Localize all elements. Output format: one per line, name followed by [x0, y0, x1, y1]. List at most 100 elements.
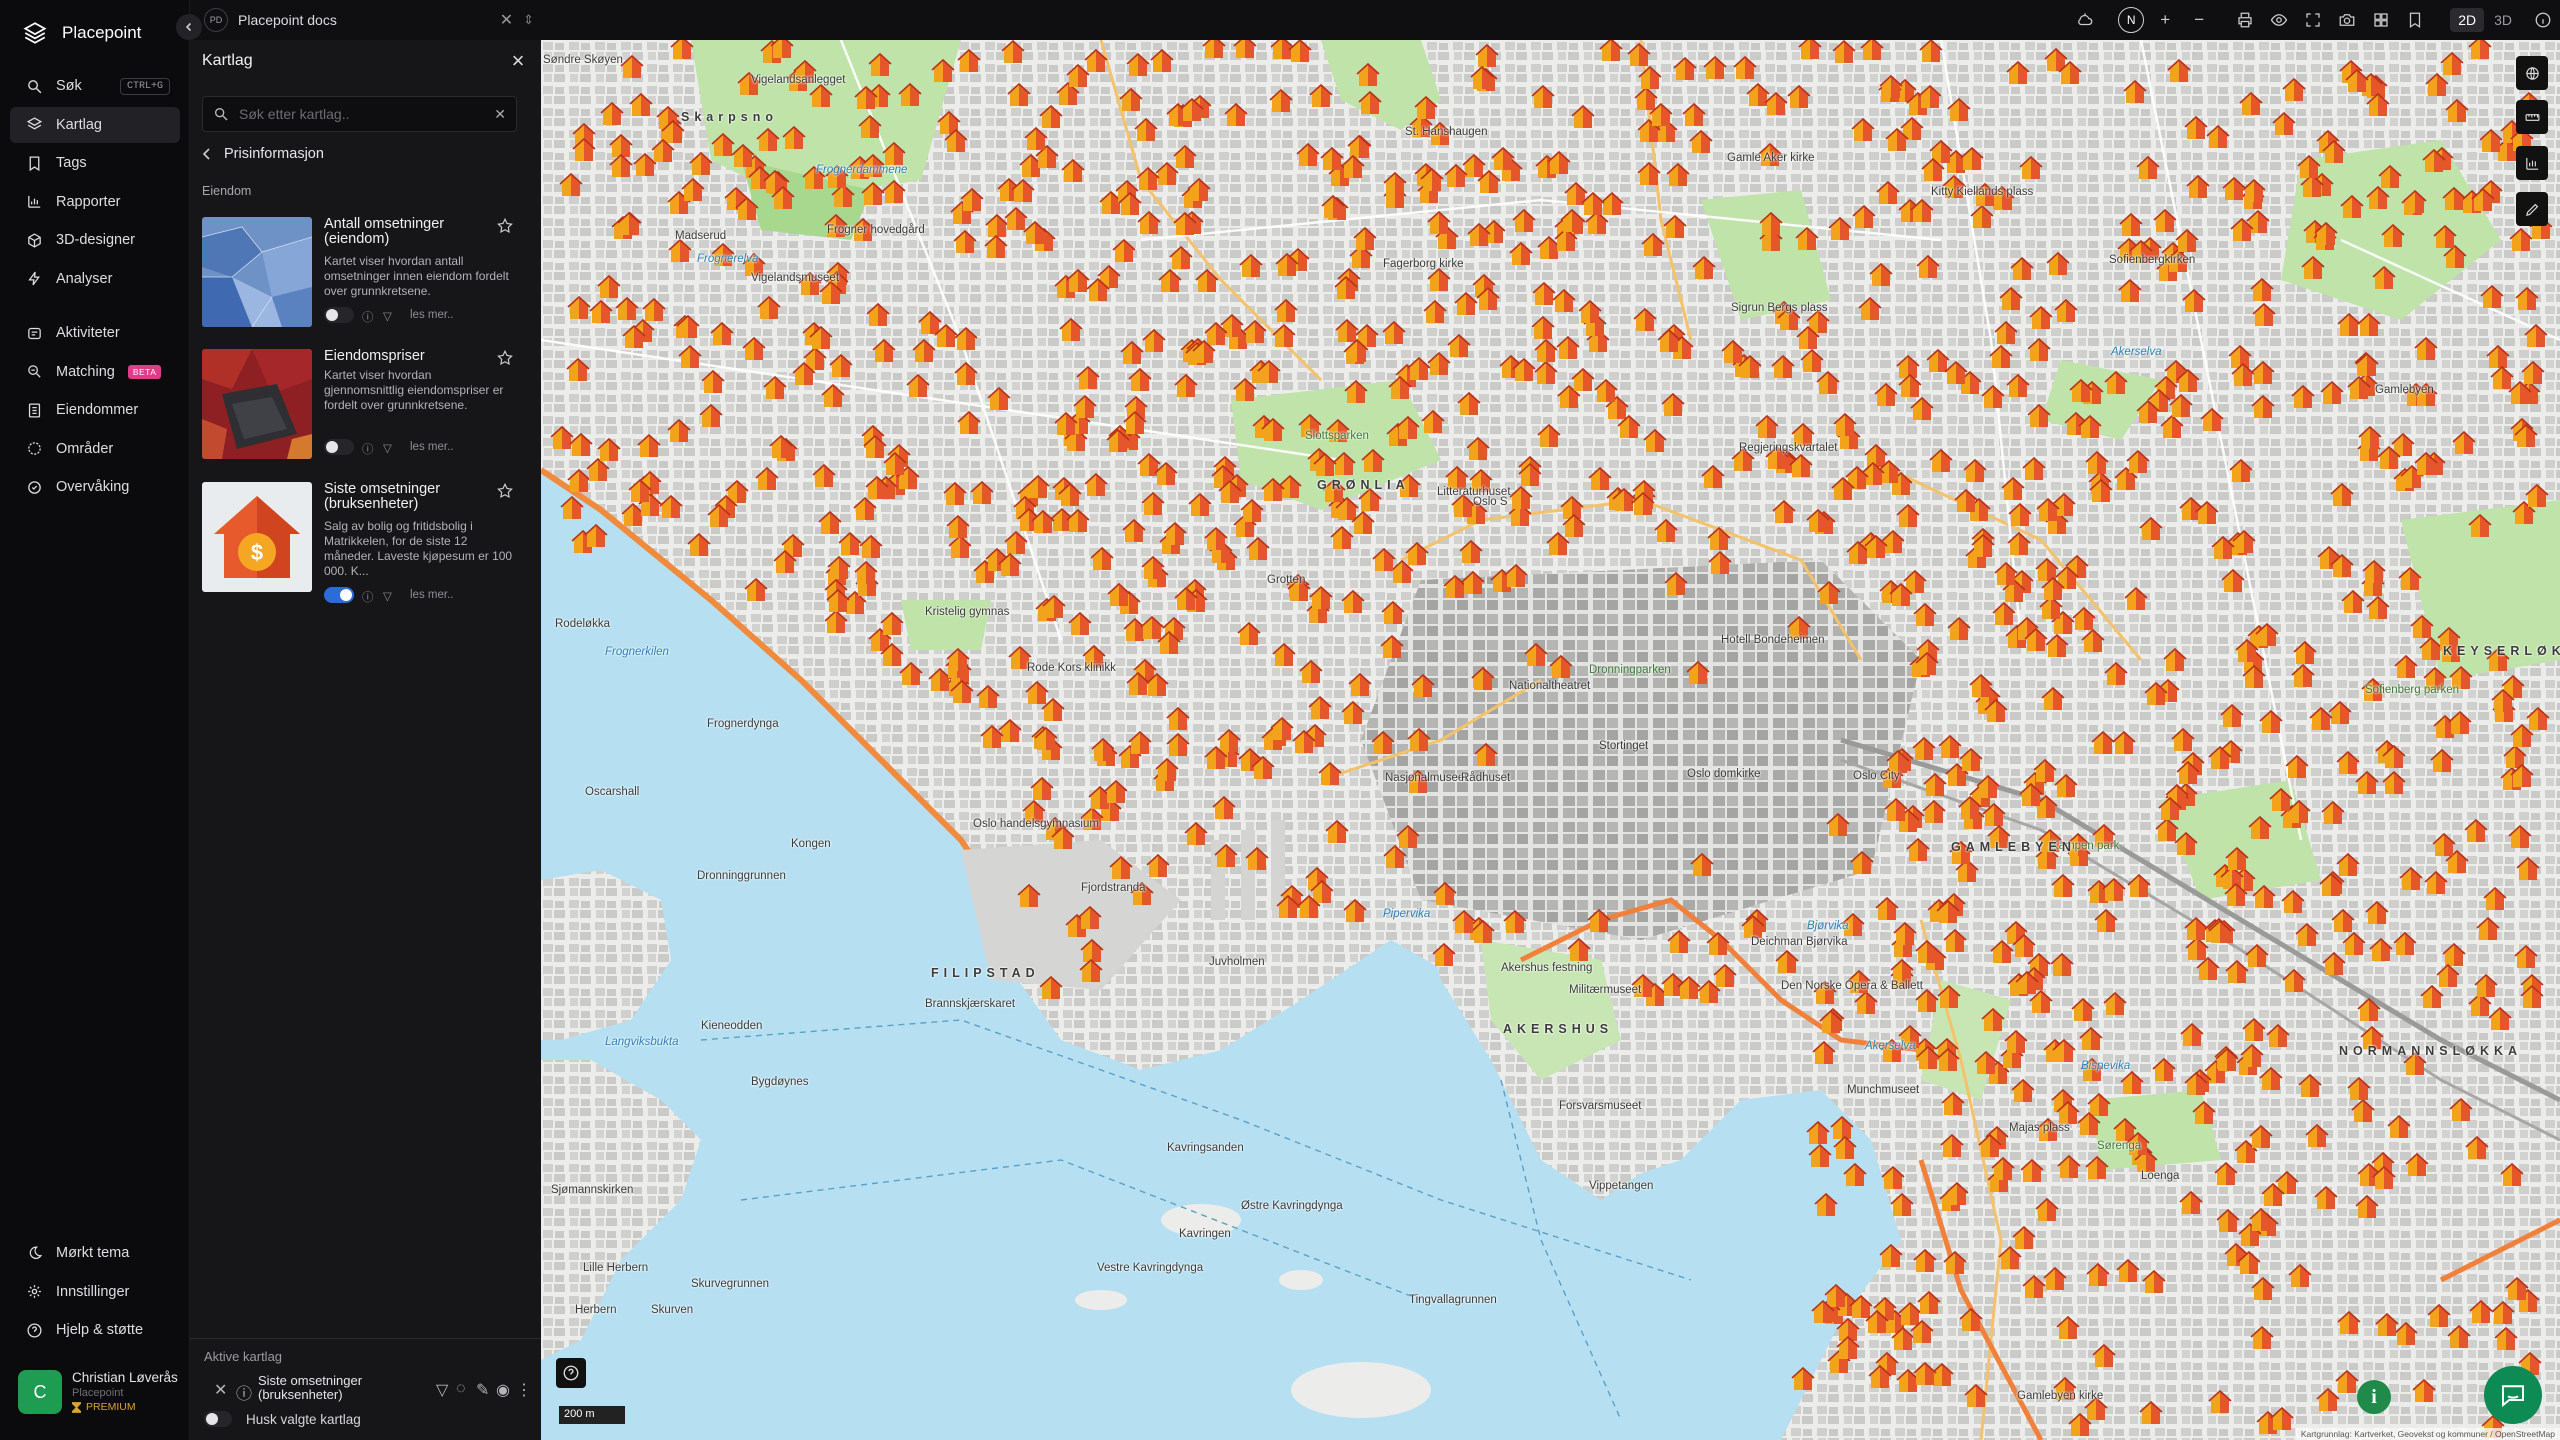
- map-help-button[interactable]: [556, 1358, 586, 1388]
- info-icon[interactable]: ⓘ: [362, 309, 375, 324]
- nav-item-overvaking[interactable]: Overvåking: [10, 469, 180, 505]
- map-place-label: St. Hanshaugen: [1405, 126, 1488, 138]
- print-button[interactable]: [2228, 3, 2262, 37]
- chat-button[interactable]: [2484, 1366, 2542, 1424]
- nav-item-omrader[interactable]: Områder: [10, 431, 180, 467]
- nav-item-sok[interactable]: Søk CTRL+G: [10, 68, 180, 104]
- north-compass-button[interactable]: N: [2114, 3, 2148, 37]
- read-more-link[interactable]: les mer..: [410, 441, 453, 453]
- chevron-updown-icon[interactable]: ⇕: [523, 12, 534, 28]
- nav-item-label: Områder: [56, 440, 114, 457]
- remember-layers[interactable]: Husk valgte kartlag: [204, 1411, 361, 1427]
- statistics-button[interactable]: [2516, 146, 2548, 180]
- star-icon[interactable]: [496, 217, 514, 235]
- brand[interactable]: Placepoint: [22, 20, 141, 46]
- sale-marker-icon[interactable]: [1202, 40, 1226, 59]
- map-attribution: Kartgrunnlag: Kartverket, Geovekst og ko…: [2295, 1428, 2560, 1440]
- nav-item-rapporter[interactable]: Rapporter: [10, 184, 180, 220]
- layer-card-controls: ⓘ ▽ les mer..: [324, 439, 453, 456]
- clear-search-icon[interactable]: ✕: [494, 106, 506, 123]
- user-info: Christian Løverås Placepoint PREMIUM: [72, 1370, 178, 1413]
- nav-item-kartlag[interactable]: Kartlag: [10, 106, 180, 143]
- read-more-link[interactable]: les mer..: [410, 309, 453, 321]
- filter-icon[interactable]: ▽: [383, 589, 396, 603]
- map-place-label: Frognerdammene: [816, 164, 908, 176]
- filter-icon[interactable]: ▽: [383, 441, 396, 455]
- active-layer-row[interactable]: ✕ ⓘ Siste omsetninger (bruksenheter) ▽ ◌…: [214, 1371, 532, 1405]
- tab-placepoint-docs[interactable]: PD Placepoint docs ✕ ⇕: [204, 4, 534, 36]
- layer-card-description: Salg av bolig og fritidsbolig i Matrikke…: [324, 519, 513, 578]
- moon-icon: [29, 1245, 43, 1259]
- measure-button[interactable]: [2516, 100, 2548, 134]
- zoom-out-button[interactable]: −: [2182, 3, 2216, 37]
- layer-card-antall-omsetninger[interactable]: Antall omsetninger (eiendom) Kartet vise…: [202, 217, 532, 337]
- info-icon[interactable]: ⓘ: [362, 589, 375, 604]
- nav-item-eiendommer[interactable]: Eiendommer: [10, 392, 180, 428]
- layer-card-controls: ⓘ ▽ les mer..: [324, 587, 453, 604]
- zoom-in-button[interactable]: +: [2148, 3, 2182, 37]
- more-options-icon[interactable]: ⋮: [516, 1380, 532, 1399]
- close-tab-icon[interactable]: ✕: [500, 10, 513, 30]
- map-style-button[interactable]: [2516, 56, 2548, 90]
- layer-card-eiendomspriser[interactable]: Eiendomspriser Kartet viser hvordan gjen…: [202, 349, 532, 469]
- layer-toggle[interactable]: [324, 587, 354, 603]
- map-place-label: Østre Kavringdynga: [1241, 1200, 1343, 1212]
- grid-button[interactable]: [2364, 3, 2398, 37]
- layer-toggle[interactable]: [324, 439, 354, 455]
- nav-item-tags[interactable]: Tags: [10, 145, 180, 181]
- info-icon[interactable]: ⓘ: [362, 441, 375, 456]
- star-icon[interactable]: [496, 482, 514, 500]
- star-icon[interactable]: [496, 349, 514, 367]
- 3d-toggle[interactable]: 3D: [2486, 8, 2520, 32]
- nav-item-matching[interactable]: Matching BETA: [10, 354, 180, 390]
- scale-bar: 200 m: [559, 1406, 625, 1424]
- edit-icon[interactable]: ✎: [476, 1380, 492, 1399]
- nav-item-analyser[interactable]: Analyser: [10, 261, 180, 297]
- screenshot-button[interactable]: [2330, 3, 2364, 37]
- visibility-button[interactable]: [2262, 3, 2296, 37]
- weather-button[interactable]: [2068, 3, 2102, 37]
- nav-item-3d-designer[interactable]: 3D-designer: [10, 222, 180, 258]
- dimension-toggle: 2D 3D: [2450, 8, 2520, 32]
- map-place-label: Loenga: [2141, 1170, 2180, 1182]
- filter-icon[interactable]: ▽: [383, 309, 396, 323]
- nav-item-label: Innstillinger: [56, 1283, 130, 1300]
- close-panel-button[interactable]: ×: [507, 50, 529, 72]
- eye-icon[interactable]: ◉: [496, 1380, 512, 1399]
- remove-layer-icon[interactable]: ✕: [214, 1380, 230, 1399]
- sale-marker-icon[interactable]: [770, 40, 794, 59]
- fullscreen-button[interactable]: [2296, 3, 2330, 37]
- layer-card-siste-omsetninger[interactable]: $ Siste omsetninger (bruksenheter) Salg …: [202, 482, 532, 604]
- layer-toggle[interactable]: [324, 307, 354, 323]
- user-profile[interactable]: C Christian Løverås Placepoint PREMIUM: [18, 1370, 178, 1414]
- layer-info-icon[interactable]: ⓘ: [236, 1380, 252, 1403]
- read-more-link[interactable]: les mer..: [410, 589, 453, 601]
- map-place-label: Dronninggrunnen: [697, 870, 786, 882]
- layer-card-controls: ⓘ ▽ les mer..: [324, 307, 453, 324]
- nav-item-help[interactable]: Hjelp & støtte: [10, 1312, 180, 1348]
- map-place-label: Lille Herbern: [583, 1262, 649, 1274]
- map-place-label: Regjeringskvartalet: [1739, 442, 1838, 454]
- remember-toggle[interactable]: [204, 1411, 232, 1427]
- nav-item-dark-theme[interactable]: Mørkt tema: [10, 1235, 180, 1271]
- collapse-sidebar-button[interactable]: [176, 14, 202, 40]
- map-info-button[interactable]: i: [2357, 1380, 2391, 1414]
- style-icon[interactable]: ◌: [456, 1380, 472, 1397]
- draw-button[interactable]: [2516, 192, 2548, 226]
- info-button[interactable]: [2526, 3, 2560, 37]
- nav-item-settings[interactable]: Innstillinger: [10, 1274, 180, 1310]
- layer-thumbnail: [202, 349, 312, 459]
- nav-item-label: Rapporter: [56, 193, 121, 210]
- active-layers-title: Aktive kartlag: [204, 1349, 283, 1364]
- sale-marker-icon[interactable]: [1233, 40, 1257, 59]
- layer-search-input[interactable]: [239, 106, 485, 122]
- map-canvas[interactable]: Søndre Skøyen Vigelandsanlegget Skarpsno Fr…: [541, 40, 2560, 1440]
- cube-icon: [28, 232, 41, 248]
- filter-icon[interactable]: ▽: [436, 1380, 452, 1399]
- 2d-toggle[interactable]: 2D: [2450, 8, 2485, 32]
- breadcrumb[interactable]: Prisinformasjon: [202, 146, 324, 162]
- nav-item-aktiviteter[interactable]: Aktiviteter: [10, 315, 180, 351]
- map-place-label: Fagerborg kirke: [1383, 258, 1464, 270]
- bookmark-button[interactable]: [2398, 3, 2432, 37]
- map-place-label: Munchmuseet: [1847, 1084, 1920, 1096]
